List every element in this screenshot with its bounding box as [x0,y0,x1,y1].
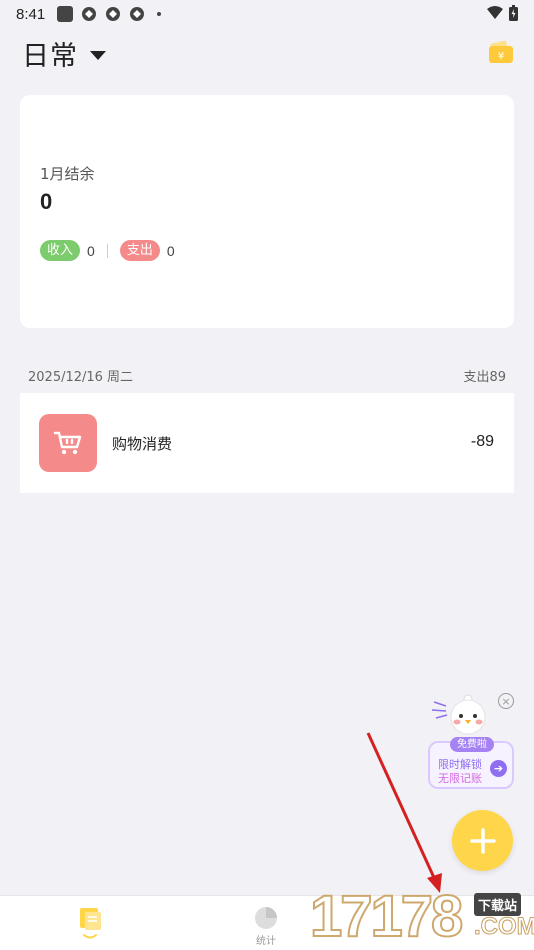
promo-line2: 无限记账 [438,772,482,785]
watermark-number: 17178 [309,884,464,949]
book-title: 日常 [22,41,78,72]
record-amount: -89 [470,433,494,450]
divider [106,243,108,258]
wallet-icon[interactable]: ¥ [488,40,514,64]
chick-mascot-icon[interactable] [430,692,490,740]
watermark-domain: .COM [474,913,534,940]
income-value: 0 [87,242,95,259]
day-group-header: 2025/12/16 周二 支出89 [28,366,506,385]
notification-icon [57,6,74,22]
arrow-right-icon: ➔ [490,760,507,777]
expense-badge: 支出 [119,240,160,261]
plus-icon [469,827,496,854]
income-expense-row: 收入 0 支出 0 [40,240,175,261]
app-notification-icon [130,7,145,21]
status-time: 8:41 [16,5,46,23]
status-indicators [487,5,518,21]
pie-chart-icon [255,907,277,929]
expense-value: 0 [166,242,175,259]
book-selector[interactable]: 日常 [22,34,106,73]
status-bar: 8:41 [0,0,534,28]
more-notifications-icon [157,12,162,16]
tab-ledger[interactable] [70,906,110,942]
promo-badge: 免费啦 [450,737,494,752]
tab-statistics-label: 统计 [256,936,276,947]
ledger-icon [80,908,101,939]
balance-label: 1月结余 [40,165,95,183]
record-item[interactable]: 购物消费 -89 [20,393,514,493]
balance-value: 0 [40,189,53,214]
day-group-total: 支出89 [463,370,506,385]
income-badge: 收入 [40,240,81,261]
app-notification-icon [82,7,97,21]
wifi-icon [487,6,503,19]
svg-text:¥: ¥ [498,51,504,62]
app-notification-icon [106,7,121,21]
monthly-summary-card: 1月结余 0 收入 0 支出 0 [20,95,514,328]
add-record-button[interactable] [452,810,513,871]
tab-statistics[interactable]: 统计 [246,906,286,947]
day-group-date: 2025/12/16 周二 [28,370,134,385]
battery-icon [509,5,518,21]
dropdown-caret-icon [90,51,106,60]
promo-close-icon[interactable]: × [498,693,514,709]
shopping-cart-icon [39,414,97,472]
record-category: 购物消费 [112,435,173,453]
